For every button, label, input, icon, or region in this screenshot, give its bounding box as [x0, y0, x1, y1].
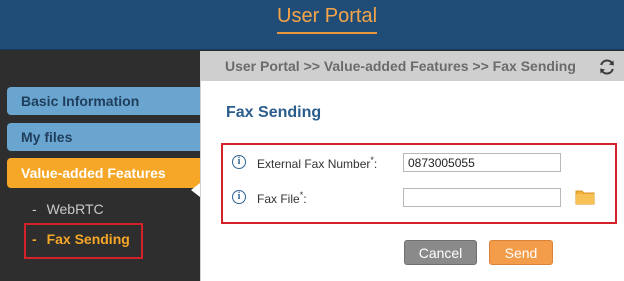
breadcrumb: User Portal >> Value-added Features >> F… — [225, 58, 576, 74]
fax-file-label: Fax File*: — [257, 190, 307, 206]
field-label-text: External Fax Number — [257, 157, 371, 171]
sidebar-subitem-webrtc[interactable]: - WebRTC — [32, 201, 104, 217]
field-colon: : — [303, 192, 307, 206]
refresh-icon[interactable] — [597, 57, 617, 77]
app-header: User Portal — [0, 0, 624, 50]
external-fax-number-label: External Fax Number*: — [257, 155, 377, 171]
subitem-bullet: - — [32, 201, 37, 217]
sidebar-item-my-files[interactable]: My files — [7, 123, 200, 151]
external-fax-number-input[interactable] — [403, 153, 561, 172]
info-icon[interactable]: i — [232, 190, 246, 204]
info-icon[interactable]: i — [232, 155, 246, 169]
app-title: User Portal — [277, 5, 378, 34]
field-label-text: Fax File — [257, 192, 300, 206]
folder-icon[interactable] — [575, 188, 595, 205]
active-pointer — [191, 183, 200, 197]
send-button[interactable]: Send — [489, 240, 553, 265]
sidebar: Basic Information My files Value-added F… — [0, 50, 200, 281]
highlight-box-fax-sending — [24, 223, 143, 259]
fax-file-input[interactable] — [403, 188, 561, 207]
field-colon: : — [373, 157, 378, 171]
sidebar-item-basic-information[interactable]: Basic Information — [7, 87, 200, 115]
breadcrumb-bar: User Portal >> Value-added Features >> F… — [201, 51, 624, 81]
cancel-button[interactable]: Cancel — [404, 240, 477, 265]
main-panel: User Portal >> Value-added Features >> F… — [200, 51, 624, 281]
page-title: Fax Sending — [226, 104, 322, 121]
sidebar-item-value-added-features[interactable]: Value-added Features — [7, 158, 200, 188]
subitem-label: WebRTC — [46, 201, 104, 217]
